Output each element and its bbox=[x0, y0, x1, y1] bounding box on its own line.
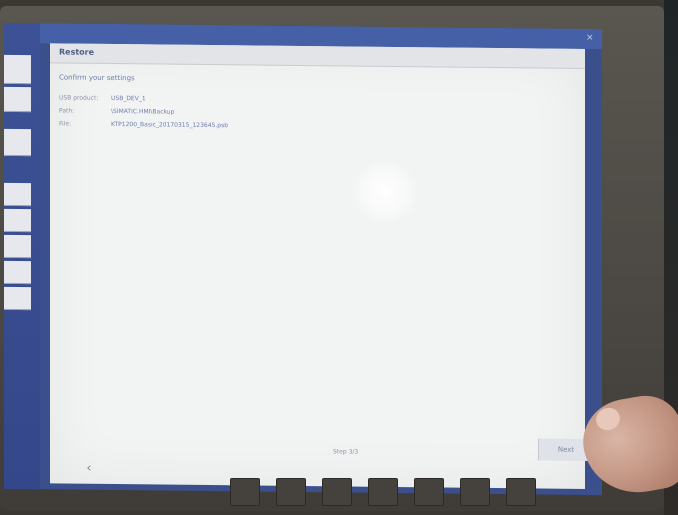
side-menu-item[interactable] bbox=[4, 128, 31, 157]
hardware-key[interactable] bbox=[506, 478, 536, 506]
close-icon[interactable]: × bbox=[586, 33, 594, 43]
setting-key: File: bbox=[59, 120, 72, 128]
hardware-key[interactable] bbox=[460, 478, 490, 506]
setting-value: USB_DEV_1 bbox=[111, 94, 146, 103]
side-menu-item[interactable] bbox=[4, 208, 31, 233]
hmi-screen: × Restore Confirm your settings USB prod… bbox=[4, 22, 602, 496]
setting-value: KTP1200_Basic_20170315_123645.psb bbox=[111, 120, 228, 130]
side-menu-rail bbox=[4, 22, 40, 490]
side-menu-item[interactable] bbox=[4, 286, 31, 311]
side-menu-item[interactable] bbox=[4, 234, 31, 259]
dialog-header: Restore bbox=[50, 43, 585, 69]
dialog-title: Restore bbox=[59, 47, 95, 57]
setting-key: Path: bbox=[59, 107, 75, 115]
hardware-key[interactable] bbox=[322, 478, 352, 506]
dialog-subtitle: Confirm your settings bbox=[59, 73, 135, 83]
side-menu-item[interactable] bbox=[4, 86, 31, 113]
hardware-key[interactable] bbox=[276, 478, 306, 506]
hardware-key[interactable] bbox=[368, 478, 398, 506]
hardware-key[interactable] bbox=[414, 478, 444, 506]
screen-glare bbox=[350, 161, 420, 223]
side-menu-item[interactable] bbox=[4, 182, 31, 207]
back-button[interactable]: ‹ bbox=[82, 461, 96, 476]
side-menu-item[interactable] bbox=[4, 54, 31, 85]
side-menu-item[interactable] bbox=[4, 260, 31, 285]
hardware-keys bbox=[230, 478, 570, 512]
restore-dialog: Restore Confirm your settings USB produc… bbox=[50, 43, 593, 489]
setting-key: USB product: bbox=[59, 94, 99, 102]
setting-value: \SIMATIC.HMI\Backup bbox=[111, 107, 175, 116]
hardware-key[interactable] bbox=[230, 478, 260, 506]
page-indicator: Step 3/3 bbox=[333, 448, 359, 456]
